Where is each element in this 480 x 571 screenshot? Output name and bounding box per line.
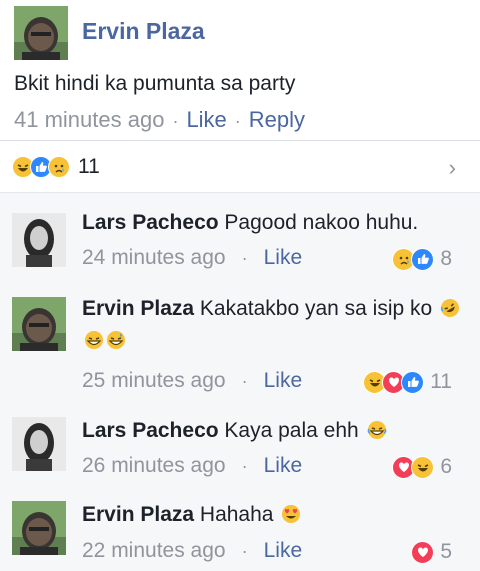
reaction-count: 8 <box>440 247 452 270</box>
comment-text: Pagood nakoo huhu. <box>224 211 419 234</box>
love-icon <box>411 540 435 564</box>
separator: · <box>234 111 241 131</box>
avatar[interactable] <box>12 417 66 471</box>
like-button[interactable]: Like <box>264 539 303 562</box>
comment-time: 25 minutes ago <box>82 369 226 392</box>
post-author-name[interactable]: Ervin Plaza <box>82 18 205 45</box>
reactions-summary[interactable]: 11 › <box>0 141 480 193</box>
separator: · <box>241 248 248 268</box>
comment-author[interactable]: Ervin Plaza <box>82 297 194 320</box>
like-icon <box>401 370 425 394</box>
post-text: Bkit hindi ka pumunta sa party <box>14 72 296 95</box>
comment-author[interactable]: Lars Pacheco <box>82 419 219 442</box>
tears-of-joy-emoji <box>367 421 386 439</box>
post-header: Ervin Plaza Bkit hindi ka pumunta sa par… <box>0 0 480 140</box>
grin-sweat-emoji <box>85 331 103 349</box>
comment-meta: 26 minutes ago · Like <box>82 454 302 478</box>
comments-list: Lars Pacheco Pagood nakoo huhu. 24 minut… <box>0 193 480 571</box>
comment-text: Kakatakbo yan sa isip ko <box>199 297 433 320</box>
reaction-count: 11 <box>430 370 452 393</box>
avatar[interactable] <box>12 501 66 555</box>
avatar[interactable] <box>12 213 66 267</box>
grin-sweat-emoji <box>107 331 125 349</box>
chevron-right-icon[interactable]: › <box>449 155 456 181</box>
reaction-icons[interactable]: 11 <box>12 155 100 179</box>
sad-icon <box>48 156 70 178</box>
reaction-count: 5 <box>440 540 452 563</box>
comment-meta: 22 minutes ago · Like <box>82 539 302 563</box>
separator: · <box>172 111 179 131</box>
heart-eyes-emoji <box>282 505 301 523</box>
separator: · <box>241 456 248 476</box>
comment-text: Hahaha <box>199 503 274 526</box>
comment-body: Lars Pacheco Kaya pala ehh <box>82 415 467 447</box>
avatar[interactable] <box>14 6 68 60</box>
like-button[interactable]: Like <box>186 107 226 132</box>
reply-button[interactable]: Reply <box>249 107 305 132</box>
comment-reactions[interactable]: 8 <box>392 247 452 271</box>
post-meta: 41 minutes ago · Like · Reply <box>14 107 305 133</box>
rolling-laugh-emoji <box>440 299 460 317</box>
comment-author[interactable]: Ervin Plaza <box>82 503 194 526</box>
like-button[interactable]: Like <box>264 369 303 392</box>
reaction-count: 6 <box>440 455 452 478</box>
comment-author[interactable]: Lars Pacheco <box>82 211 219 234</box>
reaction-count: 11 <box>78 155 100 178</box>
comment-time: 24 minutes ago <box>82 246 226 269</box>
like-button[interactable]: Like <box>264 246 303 269</box>
laugh-icon <box>411 455 435 479</box>
comment-meta: 24 minutes ago · Like <box>82 246 302 270</box>
separator: · <box>241 371 248 391</box>
post-time: 41 minutes ago <box>14 107 165 132</box>
comment-time: 22 minutes ago <box>82 539 226 562</box>
like-button[interactable]: Like <box>264 454 303 477</box>
comment-reactions[interactable]: 5 <box>411 540 452 564</box>
comment-body: Lars Pacheco Pagood nakoo huhu. <box>82 207 467 239</box>
comment-body: Ervin Plaza Hahaha <box>82 499 467 531</box>
comment-reactions[interactable]: 6 <box>392 455 452 479</box>
comment-time: 26 minutes ago <box>82 454 226 477</box>
comment-text: Kaya pala ehh <box>224 419 359 442</box>
comment-reactions[interactable]: 11 <box>363 370 452 394</box>
separator: · <box>241 541 248 561</box>
comment-meta: 25 minutes ago · Like <box>82 369 302 393</box>
like-icon <box>411 247 435 271</box>
comment-body: Ervin Plaza Kakatakbo yan sa isip ko <box>82 293 467 357</box>
avatar[interactable] <box>12 297 66 351</box>
